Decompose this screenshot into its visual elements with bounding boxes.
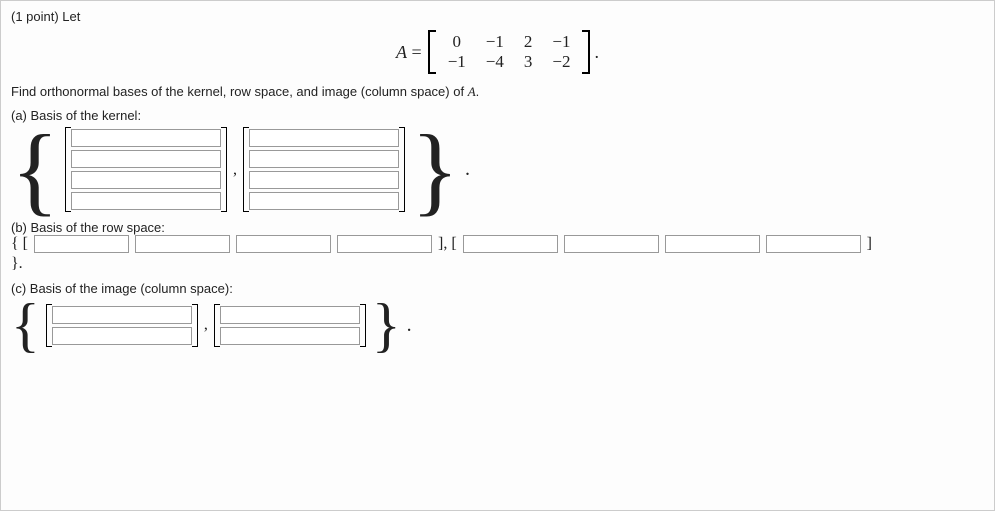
- image-vector-1: [46, 304, 198, 347]
- matrix-cell: −2: [542, 52, 580, 72]
- set-open: { [: [11, 235, 28, 253]
- row-v1-c4[interactable]: [337, 235, 432, 253]
- image-basis-set: { , } .: [11, 300, 984, 350]
- set-close-brace: }.: [11, 255, 984, 273]
- img-v1-c1[interactable]: [52, 306, 192, 324]
- img-v2-c2[interactable]: [220, 327, 360, 345]
- part-c-label: (c) Basis of the image (column space):: [11, 281, 984, 296]
- kernel-vector-1: [65, 127, 227, 212]
- matrix-cell: −4: [476, 52, 514, 72]
- matrix-cell: 3: [514, 52, 543, 72]
- rowspace-basis-set: { [ ], [ ]: [11, 235, 984, 253]
- image-vector-2: [214, 304, 366, 347]
- matrix-cell: −1: [542, 32, 580, 52]
- matrix-suffix: .: [594, 42, 599, 63]
- kernel-v2-c4[interactable]: [249, 192, 399, 210]
- kernel-v2-c2[interactable]: [249, 150, 399, 168]
- kernel-v2-c1[interactable]: [249, 129, 399, 147]
- row-v2-c1[interactable]: [463, 235, 558, 253]
- kernel-v1-c2[interactable]: [71, 150, 221, 168]
- set-close-bracket: ]: [867, 235, 872, 253]
- matrix-equation: A = 0 −1 2 −1 −1 −4 3 −2 .: [11, 30, 984, 74]
- matrix-A: 0 −1 2 −1 −1 −4 3 −2: [428, 30, 591, 74]
- row-v2-c3[interactable]: [665, 235, 760, 253]
- comma-sep: ,: [233, 161, 237, 179]
- kernel-v2-c3[interactable]: [249, 171, 399, 189]
- brace-close-icon: }: [372, 300, 401, 350]
- kernel-vector-2: [243, 127, 405, 212]
- row-v1-c3[interactable]: [236, 235, 331, 253]
- matrix-cell: 0: [438, 32, 476, 52]
- period: .: [407, 314, 412, 337]
- instruction-text: Find orthonormal bases of the kernel, ro…: [11, 84, 984, 100]
- row-v2-c2[interactable]: [564, 235, 659, 253]
- kernel-v1-c1[interactable]: [71, 129, 221, 147]
- row-v2-c4[interactable]: [766, 235, 861, 253]
- part-b-label: (b) Basis of the row space:: [11, 220, 984, 235]
- matrix-cell: −1: [476, 32, 514, 52]
- points-header: (1 point) Let: [11, 9, 984, 24]
- period: .: [465, 158, 470, 181]
- kernel-v1-c4[interactable]: [71, 192, 221, 210]
- img-v1-c2[interactable]: [52, 327, 192, 345]
- matrix-cell: −1: [438, 52, 476, 72]
- brace-open-icon: {: [11, 130, 59, 210]
- brace-close-icon: }: [411, 130, 459, 210]
- brace-open-icon: {: [11, 300, 40, 350]
- img-v2-c1[interactable]: [220, 306, 360, 324]
- part-a-label: (a) Basis of the kernel:: [11, 108, 984, 123]
- problem-page: (1 point) Let A = 0 −1 2 −1 −1 −4 3 −2 .: [0, 0, 995, 511]
- kernel-basis-set: { , } .: [11, 127, 984, 212]
- row-v1-c2[interactable]: [135, 235, 230, 253]
- matrix-cell: 2: [514, 32, 543, 52]
- set-mid: ], [: [438, 235, 457, 253]
- comma-sep: ,: [204, 316, 208, 334]
- kernel-v1-c3[interactable]: [71, 171, 221, 189]
- row-v1-c1[interactable]: [34, 235, 129, 253]
